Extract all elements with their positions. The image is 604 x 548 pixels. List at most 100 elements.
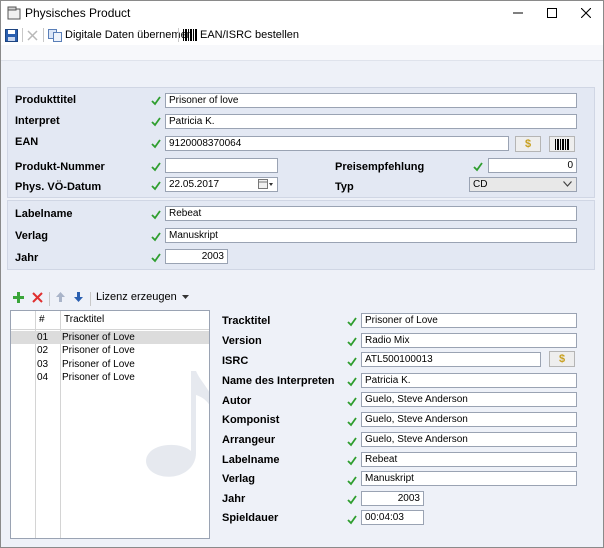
isrc-label: ISRC	[222, 355, 249, 367]
track-row-num: 03	[37, 359, 49, 370]
check-icon	[347, 476, 357, 486]
check-icon	[151, 181, 161, 191]
digitale-daten-button[interactable]: Digitale Daten übernemen	[48, 27, 193, 43]
barcode-icon	[183, 29, 197, 41]
isrc-price-button[interactable]: $	[549, 351, 575, 367]
track-row-num: 01	[37, 332, 49, 343]
verlag-label: Verlag	[15, 230, 49, 242]
track-row-title: Prisoner of Love	[62, 372, 135, 383]
vo-datum-value: 22.05.2017	[169, 179, 220, 190]
ean-barcode-button[interactable]	[549, 136, 575, 152]
check-icon	[347, 377, 357, 387]
check-icon	[347, 417, 357, 427]
name-interpreten-field[interactable]: Patricia K.	[361, 373, 577, 388]
jahr-label: Jahr	[15, 252, 39, 264]
vo-datum-field[interactable]: 22.05.2017	[165, 177, 278, 192]
lizenz-erzeugen-button[interactable]: Lizenz erzeugen	[96, 289, 189, 305]
preisempfehlung-field[interactable]: 0	[488, 158, 577, 173]
track-row[interactable]: 02 Prisoner of Love	[11, 344, 209, 357]
arrangeur-field[interactable]: Guelo, Steve Anderson	[361, 432, 577, 447]
maximize-button[interactable]	[535, 1, 569, 25]
barcode-icon	[555, 138, 569, 150]
typ-select[interactable]: CD	[469, 177, 577, 192]
vo-datum-label: Phys. VÖ-Datum	[15, 181, 102, 193]
ean-price-button[interactable]: $	[515, 136, 541, 152]
version-label: Version	[222, 335, 262, 347]
arrangeur-label: Arrangeur	[222, 434, 276, 446]
move-up-button[interactable]	[56, 289, 65, 305]
check-icon	[151, 210, 161, 220]
add-track-button[interactable]	[13, 289, 24, 305]
track-list: # Tracktitel 01 Prisoner of Love 02 Pris…	[10, 310, 210, 539]
minimize-icon	[513, 12, 523, 14]
ean-isrc-button[interactable]: EAN/ISRC bestellen	[183, 27, 299, 43]
check-icon	[347, 337, 357, 347]
tracktitel-field[interactable]: Prisoner of Love	[361, 313, 577, 328]
autor-label: Autor	[222, 395, 252, 407]
check-icon	[151, 232, 161, 242]
window-title: Physisches Product	[25, 6, 131, 20]
produkt-nummer-field[interactable]	[165, 158, 278, 173]
dollar-icon: $	[558, 353, 566, 365]
title-bar: Physisches Product	[1, 1, 603, 25]
track-jahr-label: Jahr	[222, 493, 246, 505]
check-icon	[151, 96, 161, 106]
plus-icon	[13, 291, 24, 303]
check-icon	[151, 139, 161, 149]
check-icon	[347, 515, 357, 525]
interpret-field[interactable]: Patricia K.	[165, 114, 577, 129]
check-icon	[347, 317, 357, 327]
check-icon	[347, 495, 357, 505]
track-row-title: Prisoner of Love	[62, 359, 135, 370]
track-row-title: Prisoner of Love	[62, 332, 135, 343]
labelname-field[interactable]: Rebeat	[165, 206, 577, 221]
check-icon	[473, 162, 483, 172]
arrow-up-icon	[56, 292, 65, 302]
track-verlag-field[interactable]: Manuskript	[361, 471, 577, 486]
track-labelname-field[interactable]: Rebeat	[361, 452, 577, 467]
delete-button[interactable]	[27, 27, 38, 43]
copy-icon	[48, 28, 62, 42]
remove-track-button[interactable]	[32, 289, 43, 305]
save-button[interactable]	[5, 27, 18, 43]
track-list-header-num: #	[39, 314, 45, 325]
ean-field[interactable]: 9120008370064	[165, 136, 509, 151]
track-labelname-label: Labelname	[222, 454, 280, 466]
name-interpreten-label: Name des Interpreten	[222, 375, 335, 387]
produkttitel-field[interactable]: Prisoner of love	[165, 93, 577, 108]
digitale-daten-label: Digitale Daten übernemen	[65, 29, 193, 41]
preisempfehlung-label: Preisempfehlung	[335, 161, 425, 173]
tracktitel-label: Tracktitel	[222, 315, 271, 327]
isrc-field[interactable]: ATL500100013	[361, 352, 541, 367]
track-row[interactable]: 01 Prisoner of Love	[11, 331, 209, 344]
verlag-field[interactable]: Manuskript	[165, 228, 577, 243]
toolbar: Digitale Daten übernemen EAN/ISRC bestel…	[1, 25, 603, 45]
autor-field[interactable]: Guelo, Steve Anderson	[361, 392, 577, 407]
app-icon	[7, 6, 21, 20]
spieldauer-label: Spieldauer	[222, 512, 279, 524]
move-down-button[interactable]	[74, 289, 83, 305]
komponist-field[interactable]: Guelo, Steve Anderson	[361, 412, 577, 427]
arrow-down-icon	[74, 292, 83, 302]
track-row[interactable]: 03 Prisoner of Love	[11, 358, 209, 371]
spieldauer-field[interactable]: 00:04:03	[361, 510, 424, 525]
version-field[interactable]: Radio Mix	[361, 333, 577, 348]
toolbar-strip	[1, 45, 603, 61]
track-jahr-field[interactable]: 2003	[361, 491, 424, 506]
ean-label: EAN	[15, 136, 39, 148]
check-icon	[347, 357, 357, 367]
dollar-icon: $	[524, 138, 532, 150]
calendar-icon[interactable]	[258, 179, 274, 190]
check-icon	[347, 437, 357, 447]
save-icon	[5, 28, 18, 42]
delete-icon	[32, 291, 43, 303]
jahr-field[interactable]: 2003	[165, 249, 228, 264]
close-icon	[581, 8, 591, 18]
chevron-down-icon	[563, 181, 572, 187]
typ-label: Typ	[335, 181, 354, 193]
check-icon	[151, 162, 161, 172]
close-button[interactable]	[569, 1, 603, 25]
minimize-button[interactable]	[501, 1, 535, 25]
delete-icon	[27, 29, 38, 41]
labelname-label: Labelname	[15, 208, 73, 220]
